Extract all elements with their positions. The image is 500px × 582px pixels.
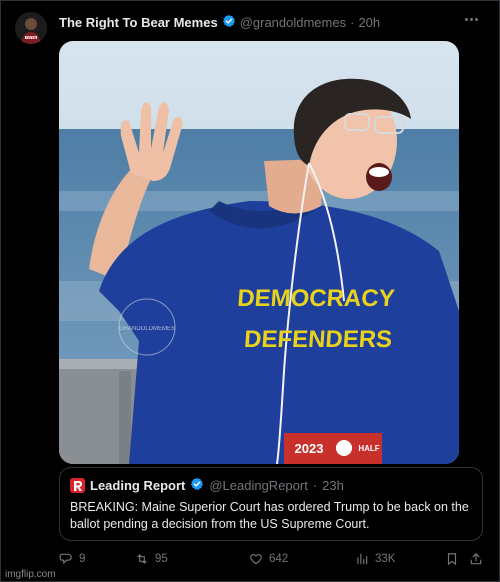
post-card[interactable]: TRTB The Right To Bear Memes @grandoldme… — [0, 0, 500, 582]
quoted-post-text: BREAKING: Maine Superior Court has order… — [70, 500, 469, 531]
image-watermark: GRANDOLDMEMES — [119, 326, 175, 332]
avatar[interactable]: TRTB — [15, 12, 47, 44]
svg-text:TRTB: TRTB — [26, 35, 37, 40]
retweet-arrows-icon — [137, 554, 147, 564]
like-count: 642 — [269, 553, 289, 565]
bib-number: 2023 — [295, 441, 324, 456]
bookmark-button[interactable] — [445, 549, 459, 569]
share-button[interactable] — [469, 549, 483, 569]
site-watermark: imgflip.com — [5, 569, 56, 580]
retweet-button[interactable]: 95 — [135, 549, 168, 569]
like-button[interactable]: 642 — [249, 549, 288, 569]
view-count: 33K — [375, 553, 396, 565]
bookmark-icon — [447, 553, 457, 565]
verified-badge-icon — [190, 477, 204, 494]
action-bar: 9 95 642 33K — [59, 549, 489, 569]
reply-bubble-icon — [59, 553, 72, 564]
author-name[interactable]: The Right To Bear Memes — [59, 15, 218, 30]
post-image[interactable]: GRANDOLDMEMES DEMOCRACY DEFENDERS 2023 H… — [59, 41, 459, 464]
bib-label: HALF — [358, 444, 379, 453]
reply-count: 9 — [79, 553, 86, 565]
views-button[interactable]: 33K — [355, 549, 395, 569]
shirt-text-line1: DEMOCRACY — [236, 285, 395, 312]
quoted-timestamp[interactable]: 23h — [322, 478, 344, 493]
more-dots-icon[interactable] — [461, 11, 481, 27]
quoted-author-handle[interactable]: @LeadingReport — [209, 478, 307, 493]
author-handle[interactable]: @grandoldmemes — [240, 15, 346, 30]
quoted-post[interactable]: Leading Report @LeadingReport · 23h BREA… — [59, 467, 483, 541]
leading-report-logo-icon — [70, 478, 85, 493]
quoted-post-header: Leading Report @LeadingReport · 23h — [70, 477, 344, 494]
shirt-text-line2: DEFENDERS — [243, 326, 393, 353]
quoted-author-name[interactable]: Leading Report — [90, 478, 185, 493]
verified-badge-icon — [222, 14, 236, 31]
share-upload-icon — [470, 553, 482, 565]
post-timestamp[interactable]: 20h — [358, 15, 380, 30]
post-header: The Right To Bear Memes @grandoldmemes ·… — [59, 13, 380, 31]
analytics-bars-icon — [357, 553, 368, 565]
separator-dot: · — [312, 478, 318, 493]
heart-icon — [250, 554, 262, 565]
retweet-count: 95 — [155, 553, 168, 565]
reply-button[interactable]: 9 — [59, 549, 85, 569]
separator-dot: · — [350, 14, 355, 30]
